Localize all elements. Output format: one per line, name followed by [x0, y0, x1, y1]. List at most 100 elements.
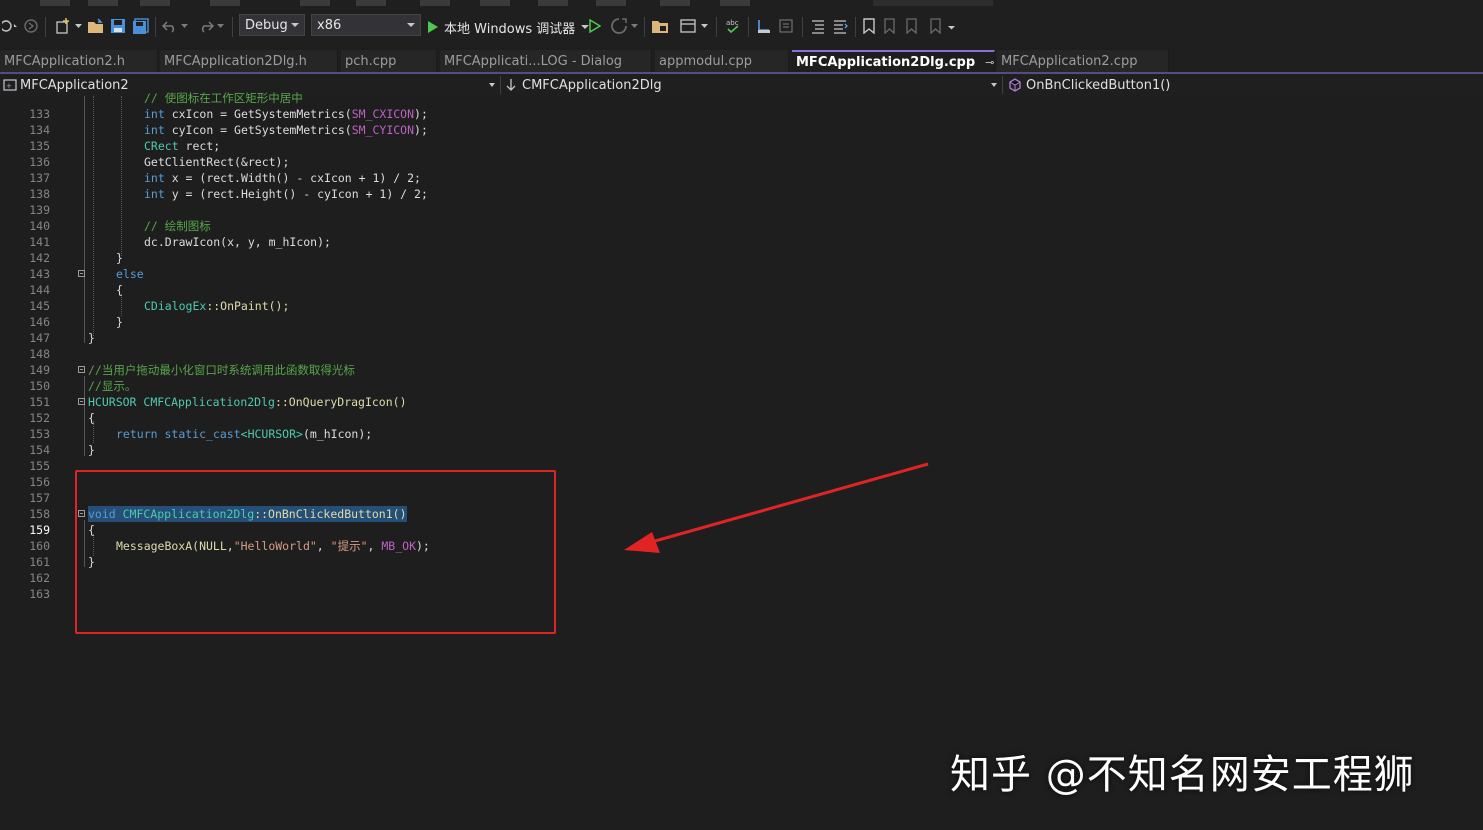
code-text: {: [116, 283, 123, 297]
code-text: }: [88, 331, 95, 345]
code-keyword: return: [116, 427, 158, 441]
hot-reload-dropdown-icon[interactable]: [630, 15, 640, 37]
save-all-icon[interactable]: [130, 15, 150, 37]
platform-select[interactable]: x86: [311, 14, 421, 36]
tab-appmodul-cpp[interactable]: appmodul.cpp: [655, 50, 789, 72]
toolbar: Debug x86 本地 Windows 调试器 abc: [0, 8, 1483, 46]
solution-explorer-icon[interactable]: [650, 15, 670, 37]
code-line: 146 CDialogEx::OnPaint();: [0, 298, 1483, 329]
undo-icon[interactable]: [160, 15, 180, 37]
menu-item-git[interactable]: [210, 0, 240, 6]
tab-label: MFCApplication2.h: [4, 53, 126, 69]
new-project-icon[interactable]: [52, 15, 74, 37]
redo-icon[interactable]: [196, 15, 216, 37]
tab-label: MFCApplication2Dlg.cpp: [796, 54, 976, 70]
tab-mfcapplication2-cpp[interactable]: MFCApplication2.cpp: [997, 50, 1169, 72]
pin-icon[interactable]: ⊸: [985, 56, 994, 69]
tab-mfcapplication2dlg-cpp[interactable]: MFCApplication2Dlg.cpp ⊸ ✕: [792, 50, 995, 72]
menu-item-analyze[interactable]: [538, 0, 568, 6]
bookmark-icon[interactable]: [860, 15, 878, 37]
svg-text:abc: abc: [726, 19, 739, 27]
code-line: 147 }: [0, 314, 1483, 345]
code-keyword: else: [116, 267, 144, 281]
tab-label: MFCApplication2Dlg.h: [164, 53, 307, 69]
code-line: 142 dc.DrawIcon(x, y, m_hIcon);: [0, 234, 1483, 265]
start-debugging-button[interactable]: 本地 Windows 调试器: [428, 16, 590, 38]
code-function: ::OnQueryDragIcon(): [274, 395, 407, 409]
menu-item-tools[interactable]: [596, 0, 626, 6]
code-line: 154 return static_cast<HCURSOR>(m_hIcon)…: [0, 426, 1483, 457]
open-file-icon[interactable]: [86, 15, 106, 37]
code-text: }: [116, 251, 123, 265]
start-without-debugging-icon[interactable]: [586, 15, 604, 37]
code-line: 145 {: [0, 282, 1483, 313]
code-text: (m_hIcon);: [302, 427, 373, 441]
redo-dropdown-icon[interactable]: [216, 15, 226, 37]
search-box[interactable]: [873, 0, 993, 6]
tab-label: MFCApplication2.cpp: [1001, 53, 1138, 69]
hot-reload-icon[interactable]: [608, 15, 630, 37]
code-line: 143 }: [0, 250, 1483, 281]
code-line: 134 int cxIcon = GetSystemMetrics(SM_CXI…: [0, 106, 1483, 137]
step-into-icon[interactable]: [754, 15, 774, 37]
breakpoints-icon[interactable]: [776, 15, 796, 37]
configuration-value: Debug: [245, 17, 288, 33]
code-text: cxIcon = GetSystemMetrics(: [164, 107, 352, 121]
previous-bookmark-icon[interactable]: [880, 15, 900, 37]
window-layout-icon[interactable]: [678, 15, 698, 37]
platform-value: x86: [317, 17, 342, 33]
new-project-dropdown-icon[interactable]: [74, 15, 84, 37]
code-line: 139 int y = (rect.Height() - cyIcon + 1)…: [0, 186, 1483, 217]
code-keyword: int: [144, 171, 165, 185]
uncomment-icon[interactable]: [830, 15, 850, 37]
code-line: 152 HCURSOR CMFCApplication2Dlg::OnQuery…: [0, 394, 1483, 425]
code-type: CRect: [144, 139, 179, 153]
code-line: 141 // 绘制图标: [0, 218, 1483, 249]
configuration-select[interactable]: Debug: [239, 14, 305, 36]
code-line: 136 CRect rect;: [0, 138, 1483, 169]
menu-item-test[interactable]: [480, 0, 510, 6]
menu-item-project[interactable]: [300, 0, 330, 6]
code-text: y = (rect.Height() - cyIcon + 1) / 2;: [164, 187, 428, 201]
code-macro: SM_CYICON: [351, 123, 415, 137]
comment-out-icon[interactable]: [808, 15, 828, 37]
undo-dropdown-icon[interactable]: [180, 15, 190, 37]
window-layout-dropdown-icon[interactable]: [700, 15, 710, 37]
forward-nav-icon[interactable]: [0, 15, 22, 37]
spell-check-icon[interactable]: abc: [722, 15, 744, 37]
next-bookmark-icon[interactable]: [902, 15, 922, 37]
collapse-toggle-icon[interactable]: [78, 270, 85, 277]
tab-mfcapplication2-h[interactable]: MFCApplication2.h: [0, 50, 158, 72]
menu-item-debug[interactable]: [420, 0, 450, 6]
collapse-toggle-icon[interactable]: [78, 398, 85, 405]
collapse-toggle-icon[interactable]: [78, 366, 85, 373]
save-icon[interactable]: [108, 15, 128, 37]
menu-item-window[interactable]: [720, 0, 750, 6]
code-text: rect;: [178, 139, 221, 153]
menu-item-build[interactable]: [356, 0, 386, 6]
tab-mfcapplication2dlg-h[interactable]: MFCApplication2Dlg.h: [160, 50, 338, 72]
play-icon: [428, 21, 438, 33]
line-number: 163: [29, 587, 50, 601]
tab-pch-cpp[interactable]: pch.cpp: [341, 50, 437, 72]
menu-item-extensions[interactable]: [660, 0, 690, 6]
code-macro: SM_CXICON: [351, 107, 415, 121]
code-text: }: [116, 315, 123, 329]
menu-item-view[interactable]: [140, 0, 170, 6]
tab-dialog-resource[interactable]: MFCApplicati...LOG - Dialog: [440, 50, 652, 72]
code-text: {: [88, 411, 95, 425]
toolbar-overflow-icon[interactable]: [946, 15, 958, 37]
code-comment: // 使图标在工作区矩形中居中: [144, 91, 303, 105]
menu-item-edit[interactable]: [88, 0, 118, 6]
code-line: 151 //显示。: [0, 378, 1483, 409]
menu-item-file[interactable]: [40, 0, 70, 6]
clear-bookmarks-icon[interactable]: [926, 15, 946, 37]
code-text: x = (rect.Width() - cxIcon + 1) / 2;: [164, 171, 421, 185]
code-function: ::OnPaint();: [206, 299, 290, 313]
code-text: );: [414, 107, 428, 121]
forward-icon[interactable]: [22, 15, 40, 37]
code-type: CDialogEx: [144, 299, 207, 313]
code-editor[interactable]: 133 // 使图标在工作区矩形中居中 134 int cxIcon = Get…: [0, 91, 1483, 830]
code-line: 150 //当用户拖动最小化窗口时系统调用此函数取得光标: [0, 362, 1483, 393]
code-line: 138 int x = (rect.Width() - cxIcon + 1) …: [0, 170, 1483, 201]
